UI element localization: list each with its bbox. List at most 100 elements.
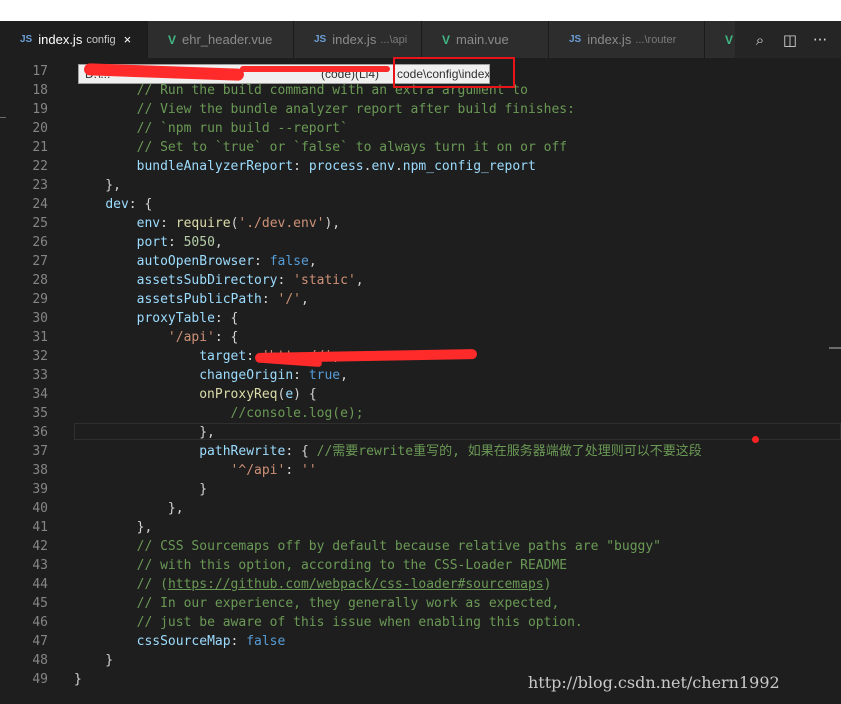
line-number: 21	[32, 140, 48, 155]
code-token: 'static'	[293, 273, 356, 288]
code-line[interactable]: 47 cssSourceMap: false	[0, 632, 841, 651]
line-number: 31	[32, 330, 48, 345]
line-number: 39	[32, 482, 48, 497]
vue-file-icon: V	[725, 32, 734, 47]
code-line[interactable]: 28 assetsSubDirectory: 'static',	[0, 271, 841, 290]
code-editor[interactable]: JS index.js config × V ehr_header.vue JS…	[0, 0, 841, 704]
open-changes-icon[interactable]: ⌕	[745, 31, 775, 49]
tab-index-js-config[interactable]: JS index.js config ×	[0, 21, 148, 58]
code-line[interactable]: 19 // View the bundle analyzer report af…	[0, 100, 841, 119]
line-number: 27	[32, 254, 48, 269]
tab-main-vue[interactable]: V main.vue	[422, 21, 549, 58]
line-number: 38	[32, 463, 48, 478]
line-number: 17	[32, 64, 48, 79]
js-file-icon: JS	[20, 34, 33, 45]
split-editor-icon[interactable]: ◫	[775, 31, 805, 49]
tab-ehr-header-vue[interactable]: V ehr_header.vue	[148, 21, 294, 58]
code-line[interactable]: 44 // (https://github.com/webpack/css-lo…	[0, 575, 841, 594]
code-line[interactable]: 42 // CSS Sourcemaps off by default beca…	[0, 537, 841, 556]
code-line[interactable]: 29 assetsPublicPath: '/',	[0, 290, 841, 309]
code-text: '^/api': ''	[74, 461, 317, 480]
code-line[interactable]: 38 '^/api': ''	[0, 461, 841, 480]
code-line[interactable]: 25 env: require('./dev.env'),	[0, 214, 841, 233]
tab-label: ehr_header.vue	[182, 32, 273, 47]
tab-index-js-router[interactable]: JS index.js ...\router	[549, 21, 705, 58]
code-token: .	[394, 159, 403, 174]
code-line[interactable]: 37 pathRewrite: { //需要rewrite重写的, 如果在服务器…	[0, 442, 841, 461]
code-line[interactable]: 24 dev: {	[0, 195, 841, 214]
code-token: :	[230, 634, 247, 649]
code-text: bundleAnalyzerReport: process.env.npm_co…	[74, 157, 536, 176]
code-token: 5050	[183, 235, 215, 250]
line-number: 47	[32, 634, 48, 649]
code-line[interactable]: 31 '/api': {	[0, 328, 841, 347]
code-token: npm_config_report	[402, 159, 536, 174]
code-token: }	[74, 482, 208, 497]
code-line[interactable]: 27 autoOpenBrowser: false,	[0, 252, 841, 271]
code-token: }	[74, 653, 114, 668]
code-line[interactable]: 45 // In our experience, they generally …	[0, 594, 841, 613]
code-token: ,	[340, 368, 348, 383]
annotation-highlight-box	[393, 57, 515, 88]
code-line[interactable]: 30 proxyTable: {	[0, 309, 841, 328]
code-token: // (	[136, 577, 168, 592]
code-line[interactable]: 21 // Set to `true` or `false` to always…	[0, 138, 841, 157]
code-token: '^/api'	[230, 463, 286, 478]
code-line[interactable]: 48 }	[0, 651, 841, 670]
code-line[interactable]: 43 // with this option, according to the…	[0, 556, 841, 575]
code-line[interactable]: 33 changeOrigin: true,	[0, 366, 841, 385]
code-text: port: 5050,	[74, 233, 223, 252]
close-tab-icon[interactable]: ×	[124, 32, 132, 47]
line-number: 36	[32, 425, 48, 440]
code-token: onProxyReq	[199, 387, 278, 402]
tab-index-js-api[interactable]: JS index.js ...\api	[294, 21, 422, 58]
line-number: 45	[32, 596, 48, 611]
more-actions-icon[interactable]: ···	[805, 31, 835, 49]
code-line[interactable]: 22 bundleAnalyzerReport: process.env.npm…	[0, 157, 841, 176]
code-line[interactable]: 40 },	[0, 499, 841, 518]
code-token: assetsPublicPath	[136, 292, 262, 307]
code-line[interactable]: 35 //console.log(e);	[0, 404, 841, 423]
line-number: 41	[32, 520, 48, 535]
code-line[interactable]: 39 }	[0, 480, 841, 499]
code-token: assetsSubDirectory	[136, 273, 278, 288]
line-number: 32	[32, 349, 48, 364]
line-number: 34	[32, 387, 48, 402]
code-text: //console.log(e);	[74, 404, 364, 423]
code-text: cssSourceMap: false	[74, 632, 286, 651]
line-number: 26	[32, 235, 48, 250]
code-token: // with this option, according to the CS…	[136, 558, 568, 573]
code-text: },	[74, 176, 121, 195]
annotation-dot	[752, 436, 759, 443]
code-line[interactable]: 34 onProxyReq(e) {	[0, 385, 841, 404]
code-line[interactable]: 26 port: 5050,	[0, 233, 841, 252]
code-text: }	[74, 651, 113, 670]
code-line[interactable]: 23 },	[0, 176, 841, 195]
code-token: // CSS Sourcemaps off by default because…	[136, 539, 662, 554]
code-text: // CSS Sourcemaps off by default because…	[74, 537, 661, 556]
line-number: 37	[32, 444, 48, 459]
code-token: :	[293, 368, 309, 383]
line-number: 48	[32, 653, 48, 668]
code-text: pathRewrite: { //需要rewrite重写的, 如果在服务器端做了…	[74, 442, 702, 461]
editor-actions: ⌕ ◫ ···	[735, 21, 841, 58]
code-line[interactable]: 41 },	[0, 518, 841, 537]
code-token: :	[167, 235, 184, 250]
code-line[interactable]: 46 // just be aware of this issue when e…	[0, 613, 841, 632]
code-line[interactable]: 36 },	[0, 423, 841, 442]
code-token: : {	[285, 444, 317, 459]
code-line[interactable]: 20 // `npm run build --report`	[0, 119, 841, 138]
code-token: ),	[324, 216, 341, 231]
line-number: 22	[32, 159, 48, 174]
code-token: // Set to `true` or `false` to always tu…	[136, 140, 568, 155]
code-token: :	[285, 463, 301, 478]
